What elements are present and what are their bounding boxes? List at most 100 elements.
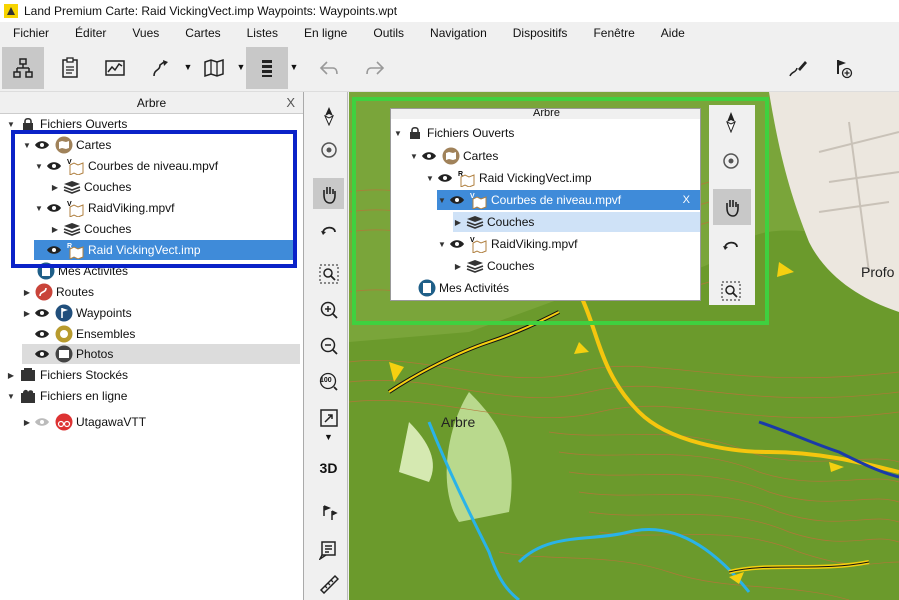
menu-fenetre[interactable]: Fenêtre [580, 26, 634, 40]
expand-arrow-icon[interactable]: ▶ [22, 418, 32, 427]
map-place-label-profo: Profo [861, 264, 895, 280]
zoom-100-button[interactable]: 100 [313, 366, 344, 397]
tree-item-fichiers-stockes[interactable]: ▶ Fichiers Stockés [6, 365, 128, 385]
expand-arrow-icon[interactable]: ▶ [22, 309, 32, 318]
clipboard-icon [62, 57, 78, 78]
route-icon [35, 283, 53, 301]
map-sidebar: 100 ▼ 3D [309, 92, 348, 600]
tree-item-label: Ensembles [76, 327, 136, 341]
zoom-area-button[interactable] [313, 258, 344, 289]
annotation-blue-box [11, 130, 297, 268]
ruler-icon [319, 574, 339, 594]
layers-tool-button[interactable] [246, 47, 288, 89]
app-logo-icon [4, 4, 18, 18]
menu-editer[interactable]: Éditer [62, 26, 106, 40]
map-icon [204, 58, 224, 78]
set-icon [55, 325, 73, 343]
fit-button[interactable] [313, 402, 344, 433]
map-place-label-arbre: Arbre [441, 414, 476, 430]
zoom-in-button[interactable] [313, 294, 344, 325]
expand-arrow-icon[interactable]: ▶ [6, 371, 16, 380]
expand-arrow-icon[interactable]: ▼ [6, 120, 16, 129]
map-dropdown-icon[interactable]: ▼ [236, 62, 246, 74]
tree-panel-close-button[interactable]: X [286, 92, 295, 114]
menu-outils[interactable]: Outils [360, 26, 404, 40]
menu-vues[interactable]: Vues [119, 26, 159, 40]
route-tool-button[interactable] [140, 47, 182, 89]
sidebar-dropdown-icon[interactable]: ▼ [324, 432, 333, 442]
eye-hidden-icon[interactable] [34, 417, 50, 427]
tree-item-waypoints[interactable]: ▶ Waypoints [22, 303, 132, 323]
compass-icon [323, 106, 334, 126]
menu-cartes[interactable]: Cartes [172, 26, 220, 40]
tree-view-button[interactable] [2, 47, 44, 89]
menu-bar: Fichier Éditer Vues Cartes Listes En lig… [0, 22, 899, 44]
tree-item-label: Routes [56, 285, 95, 299]
fit-screen-icon [319, 408, 338, 427]
add-waypoint-button[interactable] [822, 47, 864, 89]
tree-item-label: Photos [76, 347, 114, 361]
menu-en-ligne[interactable]: En ligne [291, 26, 347, 40]
edit-route-icon [789, 61, 807, 77]
list-view-button[interactable] [49, 47, 91, 89]
note-button[interactable] [313, 534, 344, 565]
menu-aide[interactable]: Aide [648, 26, 685, 40]
tree-item-utagawavtt[interactable]: ▶ UtagawaVTT [22, 412, 146, 432]
ruler-button[interactable] [313, 568, 344, 599]
tree-item-label: Fichiers Stockés [40, 368, 129, 382]
points-icon [322, 504, 338, 520]
eye-icon[interactable] [34, 349, 50, 359]
menu-listes[interactable]: Listes [234, 26, 278, 40]
menu-fichier[interactable]: Fichier [0, 26, 49, 40]
cloud-folder-icon [19, 387, 37, 405]
tree-item-label: Waypoints [76, 306, 132, 320]
tree-item-fichiers-en-ligne[interactable]: ▼ Fichiers en ligne [6, 386, 127, 406]
tree-panel-title: Arbre [136, 96, 167, 110]
locate-icon [320, 141, 337, 158]
zoom-in-icon [320, 301, 338, 319]
undo-icon [319, 61, 338, 75]
menu-dispositifs[interactable]: Dispositifs [500, 26, 568, 40]
undo-button[interactable] [308, 47, 350, 89]
tree-item-label: Fichiers en ligne [40, 389, 128, 403]
profile-chart-icon [105, 60, 125, 76]
eye-icon[interactable] [34, 308, 50, 318]
chart-view-button[interactable] [94, 47, 136, 89]
tree-item-photos[interactable]: Photos [22, 344, 300, 364]
utagawa-icon [55, 413, 73, 431]
redo-button[interactable] [354, 47, 396, 89]
window-title-bar: Land Premium Carte: Raid VickingVect.imp… [0, 0, 899, 22]
expand-arrow-icon[interactable]: ▶ [22, 288, 32, 297]
eye-icon[interactable] [34, 329, 50, 339]
tree-item-ensembles[interactable]: Ensembles [22, 324, 135, 344]
music-points-button[interactable] [313, 497, 344, 528]
annotation-green-box [352, 97, 769, 325]
storage-icon [19, 366, 37, 384]
note-icon [318, 540, 336, 560]
tree-icon [13, 58, 33, 78]
route-icon [153, 60, 168, 77]
compass-button[interactable] [313, 100, 344, 131]
pan-hand-button[interactable] [313, 178, 344, 209]
zoom-out-button[interactable] [313, 330, 344, 361]
zoom-out-icon [320, 337, 338, 355]
rotate-icon [320, 226, 336, 235]
locate-button[interactable] [313, 134, 344, 165]
zoom-area-icon [319, 264, 338, 283]
map-tool-button[interactable] [193, 47, 235, 89]
layers-dropdown-icon[interactable]: ▼ [289, 62, 299, 74]
tree-panel-header: Arbre X [0, 92, 303, 114]
layers-stack-icon [262, 60, 272, 77]
waypoint-icon [55, 304, 73, 322]
edit-route-button[interactable] [777, 47, 819, 89]
route-dropdown-icon[interactable]: ▼ [183, 62, 193, 74]
photo-icon [55, 345, 73, 363]
expand-arrow-icon[interactable]: ▼ [6, 392, 16, 401]
view-3d-button[interactable]: 3D [313, 452, 344, 483]
tree-item-routes[interactable]: ▶ Routes [22, 282, 94, 302]
menu-navigation[interactable]: Navigation [417, 26, 487, 40]
rotate-button[interactable] [313, 214, 344, 245]
add-waypoint-icon [837, 60, 853, 79]
tree-item-label: Fichiers Ouverts [40, 117, 128, 131]
window-title: Land Premium Carte: Raid VickingVect.imp… [24, 4, 398, 18]
